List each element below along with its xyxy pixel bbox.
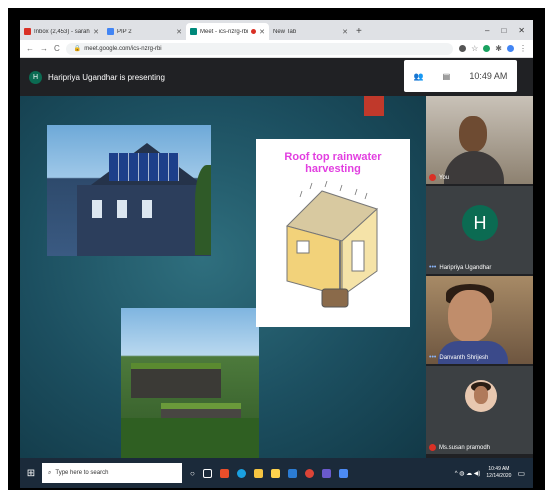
browser-window: Inbox (2,453) - sarah@getaway ✕ PIP 2 ✕ … bbox=[20, 20, 533, 488]
window-controls: – □ ✕ bbox=[485, 20, 533, 40]
tab-inbox[interactable]: Inbox (2,453) - sarah@getaway ✕ bbox=[20, 23, 103, 40]
store-icon[interactable] bbox=[270, 468, 280, 478]
chrome-icon[interactable] bbox=[304, 468, 314, 478]
mic-off-icon bbox=[429, 174, 436, 181]
camera-icon[interactable] bbox=[459, 45, 467, 52]
puzzle-icon[interactable]: ✱ bbox=[495, 44, 502, 53]
reload-button[interactable]: C bbox=[54, 44, 60, 53]
windows-start-icon[interactable]: ⊞ bbox=[20, 458, 42, 488]
recording-icon bbox=[251, 29, 257, 34]
extension-icons: ☆ ✱ ⋮ bbox=[459, 44, 527, 53]
system-tray: ^ ◍ ☁ ◀) 10:49 AM 12/14/2020 ▭ bbox=[455, 466, 533, 480]
presentation-slide: Roof top rainwater harvesting bbox=[20, 96, 426, 465]
taskbar-clock[interactable]: 10:49 AM 12/14/2020 bbox=[486, 466, 511, 480]
tab-pip2[interactable]: PIP 2 ✕ bbox=[103, 23, 186, 40]
speaking-icon: ••• bbox=[429, 354, 437, 361]
tab-meet[interactable]: Meet - ics-nzrg-rbi ✕ bbox=[186, 23, 269, 40]
solar-house-image bbox=[47, 125, 211, 256]
mic-off-icon bbox=[429, 444, 436, 451]
folder-icon[interactable] bbox=[253, 468, 263, 478]
search-icon: ⌕ bbox=[48, 469, 52, 476]
app-icon[interactable] bbox=[321, 468, 331, 478]
participant-name: You bbox=[439, 174, 450, 181]
slide-accent bbox=[364, 96, 384, 116]
address-bar: ← → C 🔒 meet.google.com/ics-nzrg-rbi ☆ ✱… bbox=[20, 40, 533, 58]
close-icon[interactable]: ✕ bbox=[259, 28, 265, 36]
lock-icon: 🔒 bbox=[73, 46, 82, 52]
rainwater-diagram bbox=[286, 181, 378, 308]
participant-tile[interactable]: ••• Danvanth Shrijesh bbox=[426, 276, 533, 364]
profile-avatar[interactable] bbox=[507, 45, 514, 52]
windows-taskbar: ⊞ ⌕ Type here to search ○ ^ ◍ ☁ ◀) 10:49… bbox=[20, 458, 533, 488]
doc-icon bbox=[107, 28, 114, 35]
close-icon[interactable]: ✕ bbox=[176, 28, 182, 36]
participant-avatar: H bbox=[462, 205, 498, 241]
people-icon[interactable]: 👥 bbox=[414, 72, 424, 81]
meet-icon bbox=[190, 28, 197, 35]
menu-icon[interactable]: ⋮ bbox=[519, 44, 527, 53]
presenter-avatar: H bbox=[29, 70, 42, 84]
back-button[interactable]: ← bbox=[26, 44, 34, 53]
task-view-icon[interactable] bbox=[202, 468, 212, 478]
close-icon[interactable]: ✕ bbox=[342, 28, 348, 36]
url-field[interactable]: 🔒 meet.google.com/ics-nzrg-rbi bbox=[65, 42, 454, 55]
speaking-icon: ••• bbox=[429, 264, 437, 271]
participant-name: Haripriya Ugandhar bbox=[439, 264, 492, 271]
extension-icon[interactable] bbox=[483, 45, 491, 52]
close-icon[interactable]: ✕ bbox=[93, 28, 99, 36]
mail-icon[interactable] bbox=[287, 468, 297, 478]
close-window-button[interactable]: ✕ bbox=[518, 26, 525, 35]
taskbar-search[interactable]: ⌕ Type here to search bbox=[42, 463, 182, 483]
card-title: Roof top rainwater harvesting bbox=[284, 151, 382, 175]
maximize-button[interactable]: □ bbox=[501, 26, 506, 35]
green-roof-image bbox=[121, 308, 259, 465]
participants-panel: You H ••• Haripriya Ugandhar ••• Danvant… bbox=[426, 96, 533, 458]
rainwater-card: Roof top rainwater harvesting bbox=[256, 139, 410, 327]
participant-tile[interactable]: You bbox=[426, 96, 533, 184]
participant-tile[interactable]: Ms.susan pramodh bbox=[426, 366, 533, 454]
participant-avatar bbox=[465, 380, 497, 412]
meeting-time: 10:49 AM bbox=[469, 71, 508, 81]
minimize-button[interactable]: – bbox=[485, 26, 489, 35]
participant-name: Ms.susan pramodh bbox=[439, 444, 491, 451]
forward-button[interactable]: → bbox=[40, 44, 48, 53]
app-icon[interactable] bbox=[338, 468, 348, 478]
new-tab-button[interactable]: + bbox=[352, 23, 366, 40]
edge-icon[interactable] bbox=[236, 468, 246, 478]
participant-tile[interactable]: H ••• Haripriya Ugandhar bbox=[426, 186, 533, 274]
presenting-status: Haripriya Ugandhar is presenting bbox=[48, 72, 165, 82]
taskbar-apps: ○ bbox=[190, 468, 348, 478]
app-icon[interactable] bbox=[219, 468, 229, 478]
star-icon[interactable]: ☆ bbox=[471, 44, 478, 53]
gmail-icon bbox=[24, 28, 31, 35]
tab-newtab[interactable]: New Tab ✕ bbox=[269, 23, 352, 40]
notifications-icon[interactable]: ▭ bbox=[517, 469, 525, 478]
tray-icons[interactable]: ^ ◍ ☁ ◀) bbox=[455, 470, 481, 477]
cortana-icon[interactable]: ○ bbox=[190, 469, 195, 478]
meet-controls: 👥 ▤ 10:49 AM bbox=[404, 60, 517, 92]
participant-name: Danvanth Shrijesh bbox=[439, 354, 489, 361]
tab-bar: Inbox (2,453) - sarah@getaway ✕ PIP 2 ✕ … bbox=[20, 20, 533, 40]
chat-icon[interactable]: ▤ bbox=[443, 72, 451, 81]
